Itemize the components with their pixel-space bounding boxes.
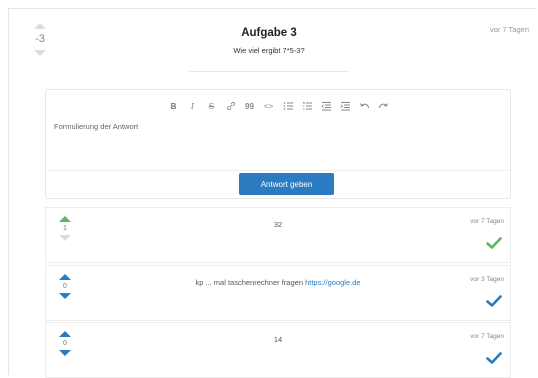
answer-text: 32 [273, 220, 283, 229]
check-icon[interactable] [486, 351, 502, 369]
answer-score: 0 [63, 283, 67, 290]
question-vote-controls: -3 [25, 23, 55, 56]
downvote-icon[interactable] [59, 350, 71, 356]
answer-input[interactable]: Formulierung der Antwort [54, 122, 138, 131]
answer-vote-controls: 0 [58, 331, 72, 356]
upvote-icon[interactable] [59, 331, 71, 337]
answer-score: 0 [63, 340, 67, 347]
answer-vote-controls: 1 [58, 216, 72, 241]
submit-answer-button[interactable]: Antwort geben [239, 173, 334, 195]
undo-icon[interactable] [359, 101, 369, 111]
numbered-list-icon[interactable] [302, 101, 312, 111]
link-icon[interactable] [226, 101, 236, 111]
answer-link[interactable]: https://google.de [305, 278, 360, 287]
code-button[interactable]: <> [264, 102, 274, 111]
indent-icon[interactable] [340, 101, 350, 111]
answer-text: 14 [273, 335, 283, 344]
answer-item: 0 14 vor 7 Tagen [45, 322, 511, 378]
question-score: -3 [35, 33, 45, 45]
divider [46, 170, 510, 171]
question-body: Wie viel ergibt 7*5-3? [233, 46, 305, 55]
answer-text-content: kp ... mal taschenrechner fragen [195, 278, 303, 287]
answer-item: 1 32 vor 7 Tagen [45, 207, 511, 263]
answer-vote-controls: 0 [58, 274, 72, 299]
check-icon[interactable] [486, 236, 502, 254]
question-title: Aufgabe 3 [241, 27, 297, 39]
answer-item: 0 kp ... mal taschenrechner fragen https… [45, 265, 511, 321]
check-icon[interactable] [486, 294, 502, 312]
divider [189, 71, 349, 72]
italic-button[interactable]: I [188, 102, 198, 111]
strikethrough-button[interactable]: S [207, 102, 217, 111]
upvote-icon[interactable] [34, 23, 46, 29]
redo-icon[interactable] [378, 101, 388, 111]
answer-timestamp: vor 7 Tagen [470, 218, 504, 225]
upvote-icon[interactable] [59, 216, 71, 222]
downvote-icon[interactable] [34, 50, 46, 56]
downvote-icon[interactable] [59, 235, 71, 241]
answer-editor: B I S 99 <> Formulierung der Antwort Ant… [45, 89, 511, 199]
outdent-icon[interactable] [320, 101, 331, 111]
answer-timestamp: vor 7 Tagen [470, 333, 504, 340]
question-timestamp: vor 7 Tagen [489, 25, 529, 34]
upvote-icon[interactable] [59, 274, 71, 280]
quote-button[interactable]: 99 [245, 102, 255, 111]
answer-text: kp ... mal taschenrechner fragen https:/… [106, 278, 450, 287]
bold-button[interactable]: B [169, 102, 179, 111]
answer-timestamp: vor 3 Tagen [470, 276, 504, 283]
question-page: -3 Aufgabe 3 Wie viel ergibt 7*5-3? vor … [8, 8, 537, 378]
editor-toolbar: B I S 99 <> [46, 95, 510, 117]
downvote-icon[interactable] [59, 293, 71, 299]
answer-score: 1 [63, 225, 67, 232]
bullet-list-icon[interactable] [283, 101, 293, 111]
